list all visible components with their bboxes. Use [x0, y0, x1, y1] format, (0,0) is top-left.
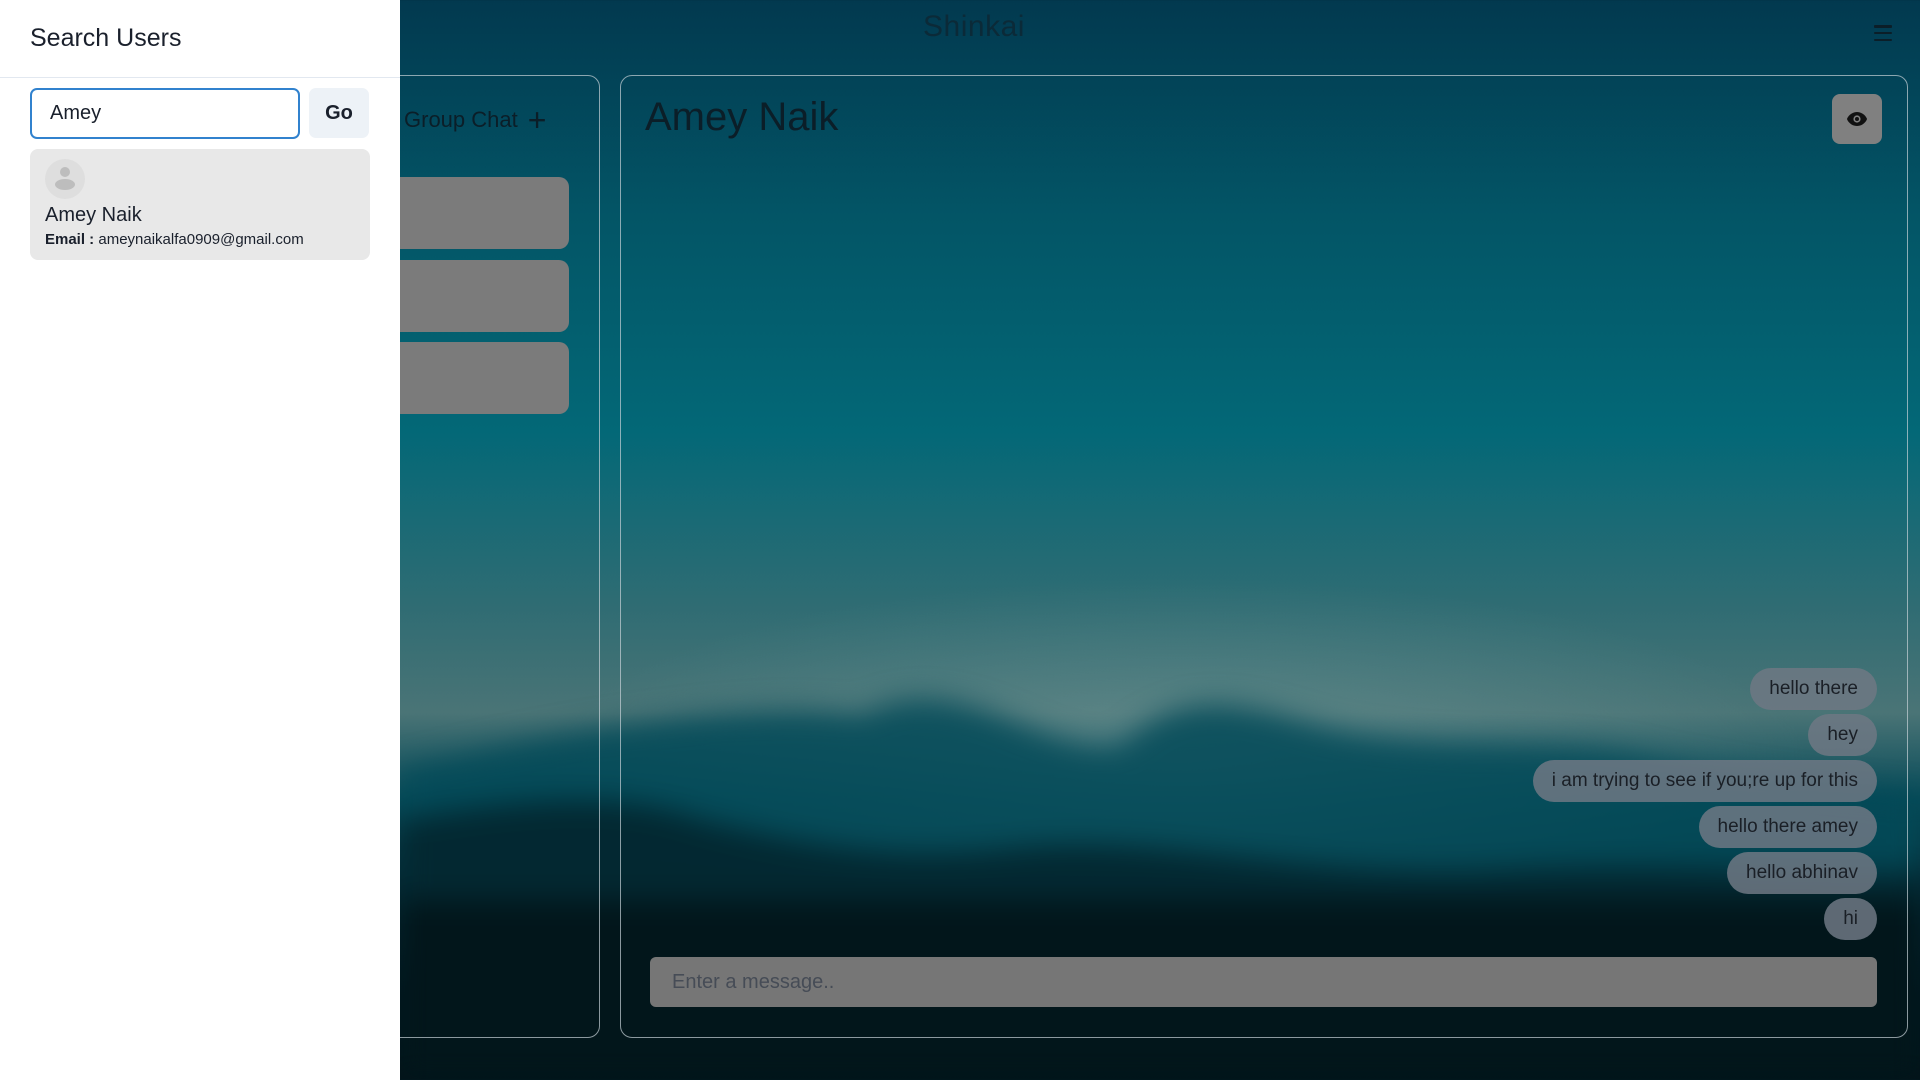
search-users-input[interactable]	[30, 88, 300, 139]
search-row: Go	[30, 88, 369, 139]
user-result-item[interactable]: Amey Naik Email : ameynaikalfa0909@gmail…	[30, 149, 370, 260]
user-email: Email : ameynaikalfa0909@gmail.com	[45, 231, 355, 248]
search-users-drawer: Search Users Go Amey Naik Email : ameyna…	[0, 0, 400, 1080]
default-user-avatar-icon	[45, 159, 85, 199]
email-label: Email :	[45, 231, 95, 248]
drawer-title: Search Users	[0, 0, 400, 78]
go-button[interactable]: Go	[309, 88, 369, 138]
drawer-overlay[interactable]	[400, 0, 1920, 1080]
user-name: Amey Naik	[45, 204, 142, 226]
email-value: ameynaikalfa0909@gmail.com	[98, 231, 304, 248]
